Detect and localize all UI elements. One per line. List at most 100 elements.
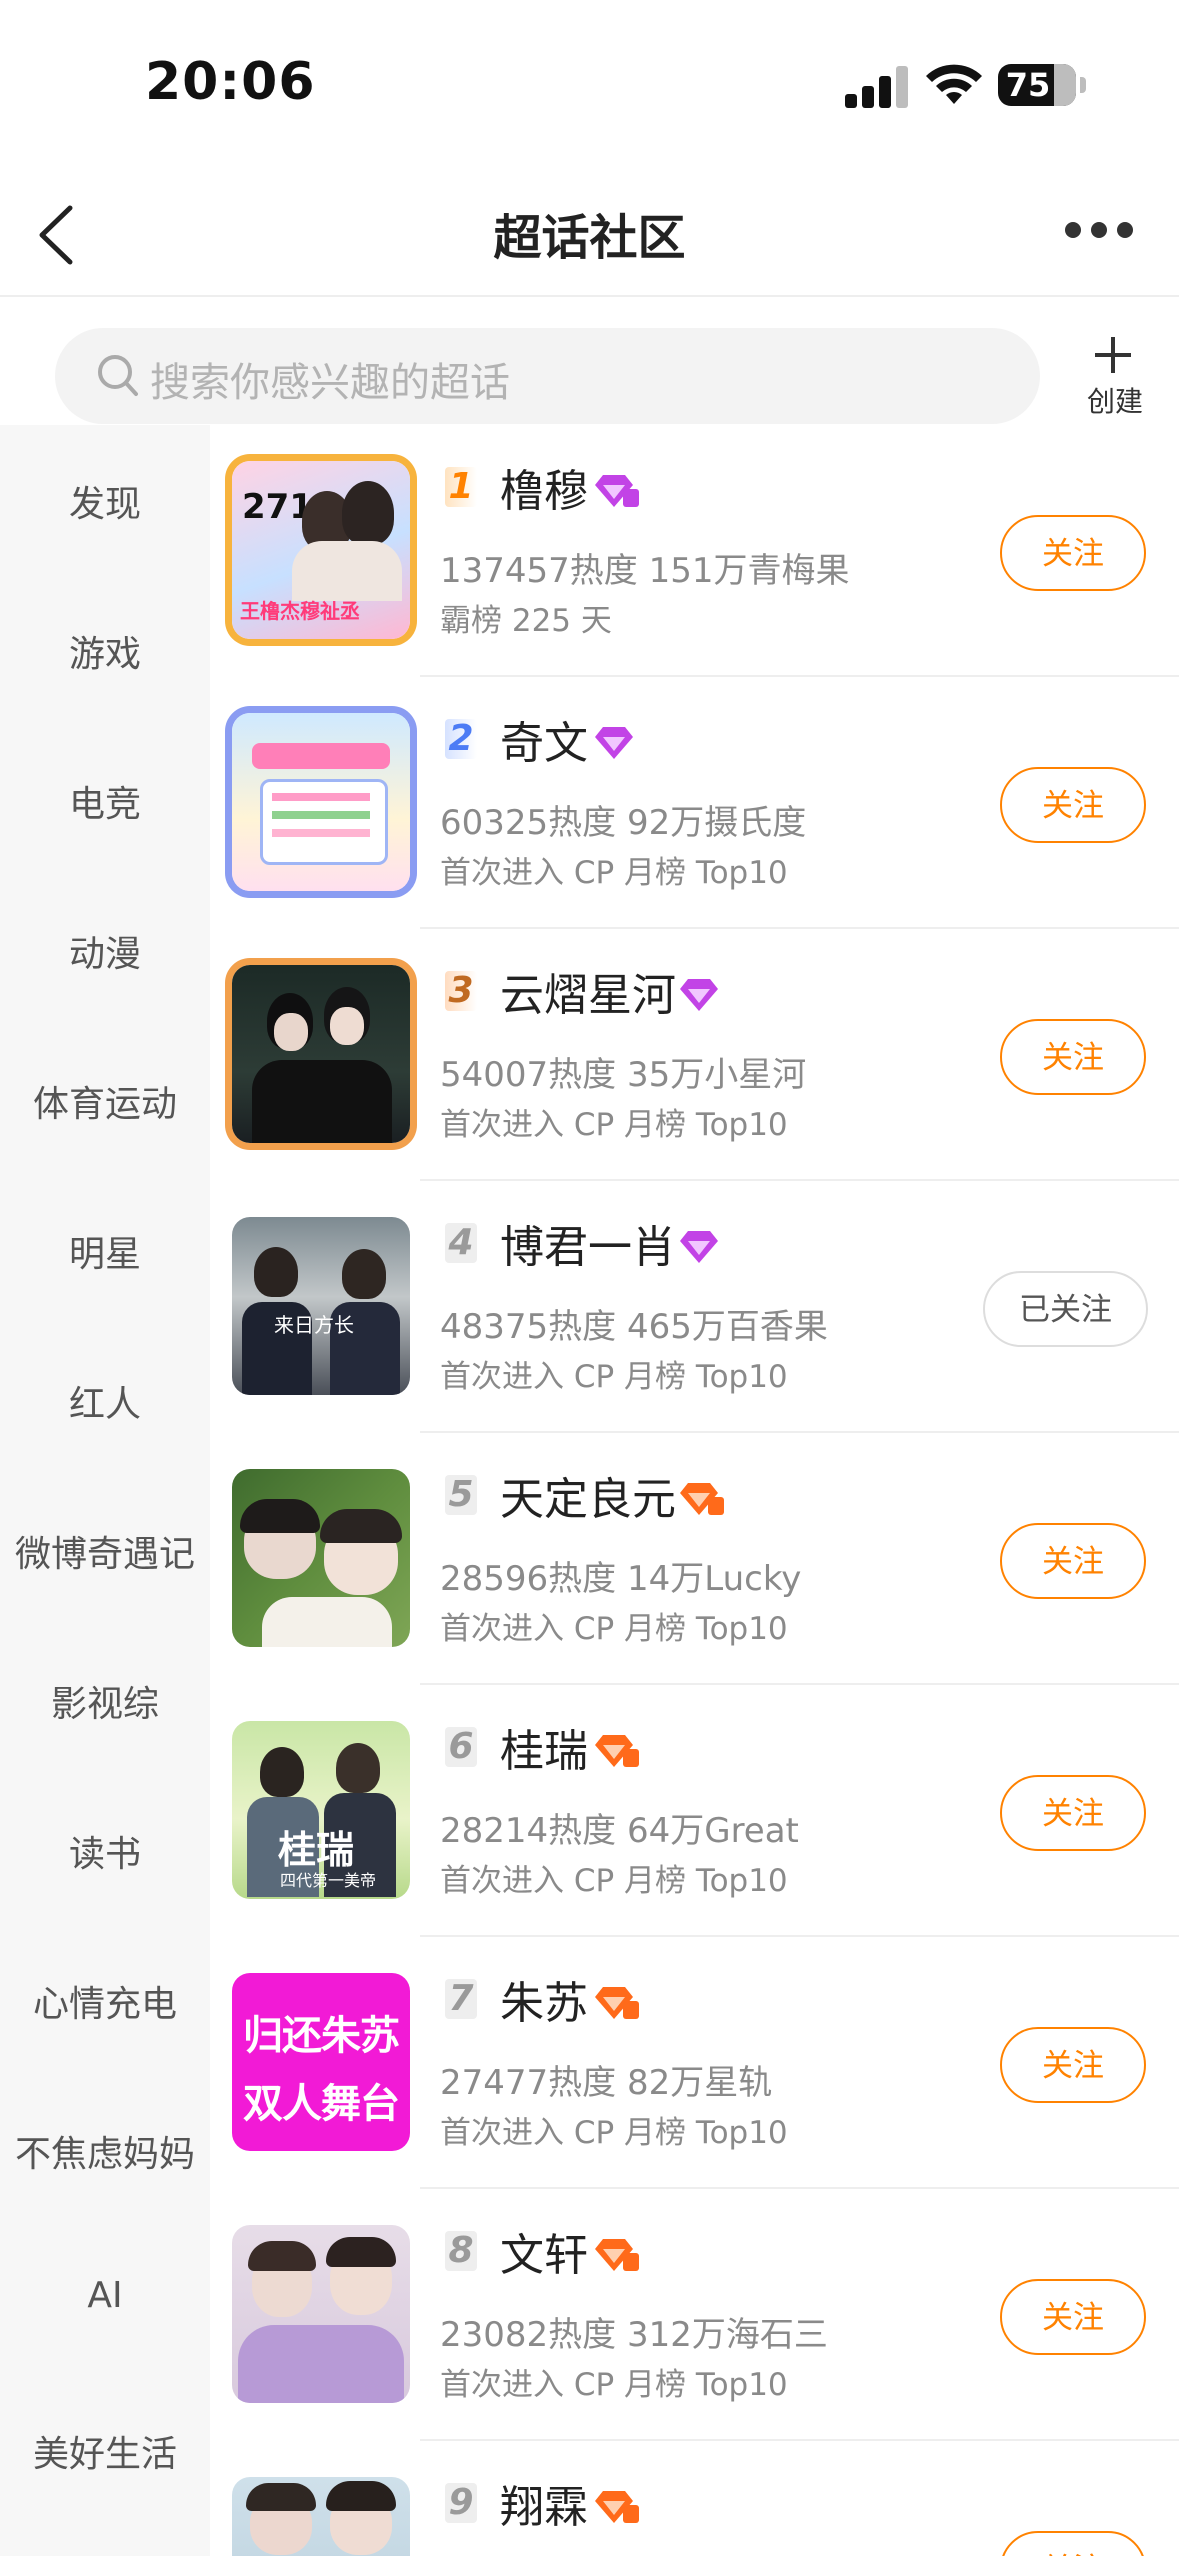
topic-achievement: 首次进入 CP 月榜 Top10 bbox=[440, 1611, 788, 1647]
topic-achievement: 霸榜 225 天 bbox=[440, 603, 612, 639]
thumbnail-subcaption: 四代第一美帝 bbox=[280, 1871, 377, 1890]
rank-badge: 4 bbox=[445, 1223, 477, 1263]
sidebar-item-good-life[interactable]: 美好生活 bbox=[0, 2425, 210, 2477]
rank-badge: 6 bbox=[445, 1727, 477, 1767]
list-item[interactable]: 9 翔霖 关注 bbox=[210, 2441, 1179, 2556]
sidebar-item-reading[interactable]: 读书 bbox=[0, 1825, 210, 1877]
sidebar-item-discover[interactable]: 发现 bbox=[0, 475, 210, 527]
follow-button[interactable]: 关注 bbox=[1000, 1019, 1146, 1095]
topic-achievement: 首次进入 CP 月榜 Top10 bbox=[440, 1863, 788, 1899]
sidebar-item-weibo-adventure[interactable]: 微博奇遇记 bbox=[0, 1525, 210, 1577]
sidebar-item-games[interactable]: 游戏 bbox=[0, 625, 210, 677]
topic-stats: 27477热度 82万星轨 bbox=[440, 2063, 773, 2103]
sidebar-item-ai[interactable]: AI bbox=[0, 2275, 210, 2316]
nav-bar: 超话社区 bbox=[0, 170, 1179, 297]
cellular-signal-icon bbox=[845, 64, 909, 108]
follow-button[interactable]: 关注 bbox=[1000, 2027, 1146, 2103]
topic-achievement: 首次进入 CP 月榜 Top10 bbox=[440, 2115, 788, 2151]
topic-thumbnail: 归还朱苏 双人舞台 bbox=[232, 1973, 410, 2151]
status-bar: 20:06 75 bbox=[0, 0, 1179, 170]
topic-name: 博君一肖 bbox=[500, 1222, 676, 1273]
topic-name: 奇文 bbox=[500, 718, 588, 769]
topic-thumbnail bbox=[232, 1469, 410, 1647]
follow-button[interactable]: 关注 bbox=[1000, 1523, 1146, 1599]
diamond-level-icon bbox=[595, 475, 639, 507]
thumbnail-caption: 归还朱苏 bbox=[243, 2013, 400, 2059]
topic-thumbnail bbox=[232, 2477, 410, 2556]
rank-badge: 9 bbox=[445, 2483, 477, 2523]
topic-stats: 54007热度 35万小星河 bbox=[440, 1055, 807, 1095]
topic-name: 天定良元 bbox=[500, 1474, 676, 1525]
list-item[interactable]: 3 云熠星河 54007热度 35万小星河 首次进入 CP 月榜 Top10 关… bbox=[210, 929, 1179, 1181]
topic-name: 翔霖 bbox=[500, 2482, 588, 2533]
plus-icon bbox=[1095, 337, 1131, 373]
more-options-icon[interactable] bbox=[1065, 222, 1135, 242]
diamond-level-icon bbox=[595, 727, 633, 759]
follow-button[interactable]: 关注 bbox=[1000, 515, 1146, 591]
rank-badge: 2 bbox=[445, 719, 477, 759]
sidebar-item-sports[interactable]: 体育运动 bbox=[0, 1075, 210, 1127]
list-item[interactable]: 2711 王橹杰穆祉丞 1 橹穆 137457热度 151万青梅果 霸榜 225… bbox=[210, 425, 1179, 677]
sidebar-item-esports[interactable]: 电竞 bbox=[0, 775, 210, 827]
topic-name: 文轩 bbox=[500, 2230, 588, 2281]
diamond-level-icon bbox=[680, 1483, 724, 1515]
follow-button[interactable]: 关注 bbox=[1000, 2279, 1146, 2355]
list-item[interactable]: 5 天定良元 28596热度 14万Lucky 首次进入 CP 月榜 Top10… bbox=[210, 1433, 1179, 1685]
sidebar-item-stars[interactable]: 明星 bbox=[0, 1225, 210, 1277]
thumbnail-caption: 桂瑞 bbox=[278, 1827, 355, 1872]
followed-button[interactable]: 已关注 bbox=[983, 1271, 1148, 1347]
list-item[interactable]: 8 文轩 23082热度 312万海石三 首次进入 CP 月榜 Top10 关注 bbox=[210, 2189, 1179, 2441]
topic-thumbnail bbox=[232, 713, 410, 891]
topic-name: 桂瑞 bbox=[500, 1726, 588, 1777]
topic-stats: 48375热度 465万百香果 bbox=[440, 1307, 828, 1347]
diamond-level-icon bbox=[595, 2491, 639, 2523]
sidebar-item-parenting[interactable]: 不焦虑妈妈 bbox=[0, 2125, 210, 2177]
follow-button[interactable]: 关注 bbox=[1000, 2531, 1146, 2556]
rank-badge: 7 bbox=[445, 1979, 477, 2019]
topic-achievement: 首次进入 CP 月榜 Top10 bbox=[440, 1107, 788, 1143]
topic-name: 橹穆 bbox=[500, 466, 588, 517]
topic-stats: 23082热度 312万海石三 bbox=[440, 2315, 828, 2355]
status-time: 20:06 bbox=[145, 52, 316, 112]
battery-level: 75 bbox=[1005, 66, 1051, 104]
topic-thumbnail: 来日方长 bbox=[232, 1217, 410, 1395]
diamond-level-icon bbox=[680, 1231, 718, 1263]
topic-thumbnail: 2711 王橹杰穆祉丞 bbox=[232, 461, 410, 639]
topic-achievement: 首次进入 CP 月榜 Top10 bbox=[440, 2367, 788, 2403]
topic-stats: 137457热度 151万青梅果 bbox=[440, 551, 850, 591]
topic-thumbnail bbox=[232, 965, 410, 1143]
list-item[interactable]: 桂瑞 四代第一美帝 6 桂瑞 28214热度 64万Great 首次进入 CP … bbox=[210, 1685, 1179, 1937]
create-label: 创建 bbox=[1086, 385, 1143, 418]
battery-tip bbox=[1080, 77, 1086, 93]
topic-name: 朱苏 bbox=[500, 1978, 588, 2029]
create-button[interactable]: 创建 bbox=[1075, 335, 1150, 425]
thumbnail-subcaption: 王橹杰穆祉丞 bbox=[240, 599, 360, 623]
topic-stats: 60325热度 92万摄氏度 bbox=[440, 803, 807, 843]
diamond-level-icon bbox=[595, 1987, 639, 2019]
rank-badge: 3 bbox=[445, 971, 477, 1011]
page-title: 超话社区 bbox=[493, 210, 686, 266]
sidebar-item-mood[interactable]: 心情充电 bbox=[0, 1975, 210, 2027]
search-input[interactable]: 搜索你感兴趣的超话 bbox=[55, 328, 1040, 424]
list-item[interactable]: 来日方长 4 博君一肖 48375热度 465万百香果 首次进入 CP 月榜 T… bbox=[210, 1181, 1179, 1433]
search-icon bbox=[98, 355, 138, 396]
topic-stats: 28596热度 14万Lucky bbox=[440, 1559, 802, 1599]
sidebar-item-influencers[interactable]: 红人 bbox=[0, 1375, 210, 1427]
category-sidebar: 发现 游戏 电竞 动漫 体育运动 明星 红人 微博奇遇记 影视综 读书 心情充电… bbox=[0, 425, 210, 2556]
list-item[interactable]: 归还朱苏 双人舞台 7 朱苏 27477热度 82万星轨 首次进入 CP 月榜 … bbox=[210, 1937, 1179, 2189]
follow-button[interactable]: 关注 bbox=[1000, 767, 1146, 843]
diamond-level-icon bbox=[595, 2239, 639, 2271]
list-item[interactable]: 2 奇文 60325热度 92万摄氏度 首次进入 CP 月榜 Top10 关注 bbox=[210, 677, 1179, 929]
sidebar-item-film-tv[interactable]: 影视综 bbox=[0, 1675, 210, 1727]
diamond-level-icon bbox=[680, 979, 718, 1011]
wifi-icon bbox=[926, 64, 982, 104]
topic-name: 云熠星河 bbox=[500, 970, 676, 1021]
sidebar-item-anime[interactable]: 动漫 bbox=[0, 925, 210, 977]
rank-badge: 5 bbox=[445, 1475, 477, 1515]
topic-achievement: 首次进入 CP 月榜 Top10 bbox=[440, 855, 788, 891]
follow-button[interactable]: 关注 bbox=[1000, 1775, 1146, 1851]
thumbnail-subcaption: 双人舞台 bbox=[243, 2081, 400, 2127]
thumbnail-caption: 来日方长 bbox=[274, 1313, 354, 1337]
battery-icon: 75 bbox=[998, 64, 1076, 106]
diamond-level-icon bbox=[595, 1735, 639, 1767]
